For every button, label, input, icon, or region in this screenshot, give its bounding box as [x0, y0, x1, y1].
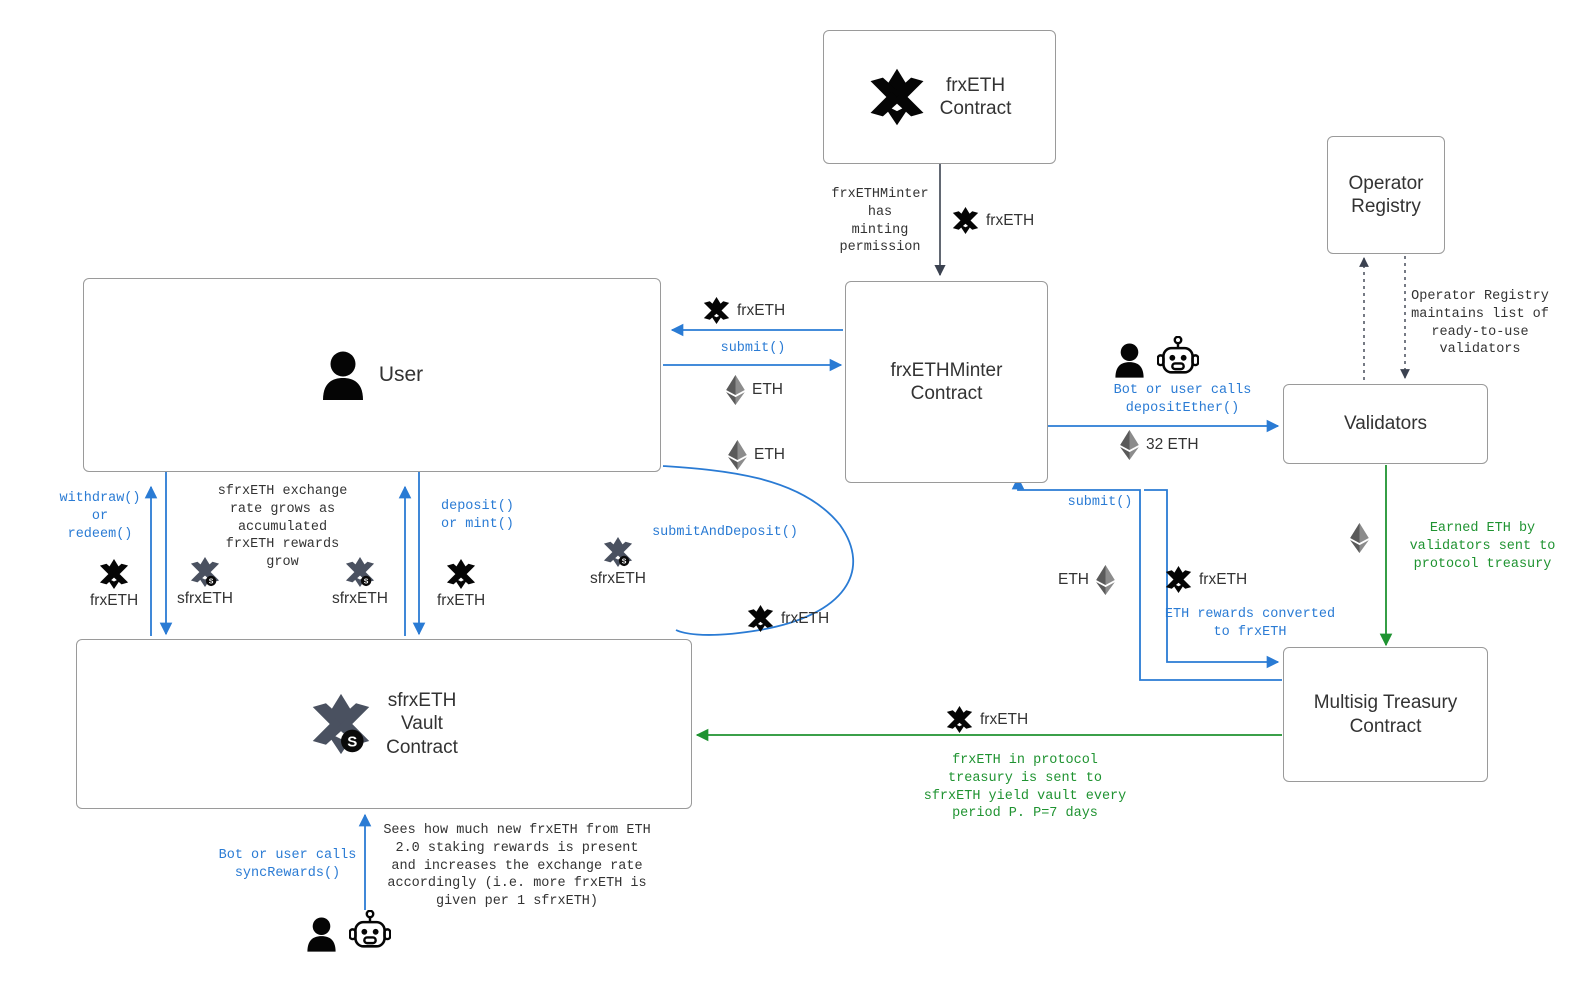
token-chip-eth-submit: ETH [726, 375, 783, 405]
node-label: frxETH Contract [939, 74, 1012, 119]
svg-text:S: S [209, 579, 214, 586]
node-frxeth-minter[interactable]: frxETHMinter Contract [845, 281, 1048, 483]
token-label: ETH [754, 446, 785, 463]
token-label: sfrxETH [177, 590, 233, 607]
eth-token-icon [728, 440, 747, 470]
annotation-earned-eth-note: Earned ETH by validators sent to protoco… [1409, 521, 1556, 572]
frxeth-token-icon [446, 558, 476, 590]
frxeth-token-icon [99, 558, 129, 590]
annotation-submit: submit() [720, 341, 786, 356]
sfrxeth-token-icon: S [603, 536, 633, 568]
robot-bot-icon [1157, 336, 1199, 378]
eth-token-icon [726, 375, 745, 405]
token-chip-eth-rewards: ETH [1058, 565, 1115, 595]
node-label: User [378, 363, 424, 387]
node-label: Validators [1343, 413, 1428, 435]
node-operator-registry[interactable]: Operator Registry [1327, 136, 1445, 254]
frxeth-token-icon [1165, 565, 1192, 594]
annotation-operator-registry-note: Operator Registry maintains list of read… [1411, 289, 1549, 358]
token-chip-eth-earned [1350, 523, 1369, 553]
token-label: frxETH [437, 592, 486, 609]
annotation-treasury-to-vault-note: frxETH in protocol treasury is sent to s… [923, 753, 1127, 822]
token-chip-frxeth-to-user: frxETH [703, 296, 785, 325]
frxeth-token-icon [747, 604, 774, 633]
diagram-canvas: frxETH Contract User frxETHMinter Contra… [0, 0, 1581, 984]
node-multisig-treasury[interactable]: Multisig Treasury Contract [1283, 647, 1488, 782]
token-label: sfrxETH [590, 570, 646, 587]
node-label: sfrxETH Vault Contract [386, 690, 458, 758]
token-label: frxETH [737, 301, 786, 319]
svg-text:S: S [364, 579, 369, 586]
annotation-exchange-rate-grows: sfrxETH exchange rate grows as accumulat… [217, 484, 348, 571]
node-sfrxeth-vault[interactable]: S sfrxETH Vault Contract [76, 639, 692, 809]
token-chip-frxeth-converted: frxETH [1165, 565, 1247, 594]
token-label: 32 ETH [1146, 436, 1199, 453]
node-user[interactable]: User [83, 278, 661, 472]
frxeth-token-icon [946, 705, 973, 734]
eth-token-icon [1096, 565, 1115, 595]
token-label: sfrxETH [332, 590, 388, 607]
actor-bot-or-user-deposit-ether [1114, 336, 1199, 378]
annotation-withdraw-or-redeem: withdraw() or redeem() [59, 491, 141, 542]
token-label: frxETH [1199, 570, 1248, 588]
annotation-bot-sync-rewards: Bot or user calls syncRewards() [218, 848, 357, 881]
node-frxeth-contract[interactable]: frxETH Contract [823, 30, 1056, 164]
token-chip-frxeth-loop: frxETH [747, 604, 829, 633]
token-chip-eth-submit-and-deposit: ETH [728, 440, 785, 470]
token-chip-32-eth: 32 ETH [1120, 430, 1199, 460]
annotation-bot-deposit-ether: Bot or user calls depositEther() [1113, 383, 1252, 416]
token-chip-frxeth-withdraw: frxETH [90, 558, 138, 610]
node-validators[interactable]: Validators [1283, 384, 1488, 464]
annotation-eth-rewards-converted: ETH rewards converted to frxETH [1164, 607, 1336, 640]
token-chip-frxeth-deposit: frxETH [437, 558, 485, 610]
eth-token-icon [1350, 523, 1369, 553]
token-chip-sfrxeth-loop: S sfrxETH [590, 536, 646, 588]
robot-bot-icon [349, 910, 391, 952]
token-label: frxETH [781, 609, 830, 627]
annotation-deposit-or-mint: deposit() or mint() [441, 499, 514, 532]
token-label: frxETH [986, 211, 1035, 229]
annotation-submit-and-deposit: submitAndDeposit() [652, 525, 798, 540]
user-person-icon [306, 916, 337, 952]
token-label: ETH [752, 381, 783, 398]
token-label: frxETH [90, 592, 139, 609]
frxeth-token-icon [868, 67, 926, 127]
frxeth-token-icon [952, 206, 979, 235]
eth-token-icon [1120, 430, 1139, 460]
user-person-icon [1114, 342, 1145, 378]
svg-text:S: S [347, 734, 357, 751]
actor-bot-or-user-sync-rewards [306, 910, 391, 952]
sfrxeth-token-icon: S [310, 692, 372, 756]
node-label: Operator Registry [1348, 172, 1424, 217]
token-chip-frxeth-treasury-to-vault: frxETH [946, 705, 1028, 734]
token-label: frxETH [980, 710, 1029, 728]
token-label: ETH [1058, 571, 1089, 588]
frxeth-token-icon [703, 296, 730, 325]
annotation-sync-rewards-explainer: Sees how much new frxETH from ETH 2.0 st… [383, 823, 651, 910]
annotation-minting-permission: frxETHMinter has minting permission [831, 187, 929, 256]
token-chip-frxeth-minting: frxETH [952, 206, 1034, 235]
node-label: Multisig Treasury Contract [1313, 692, 1458, 737]
user-person-icon [321, 350, 365, 400]
node-label: frxETHMinter Contract [890, 359, 1003, 404]
svg-text:S: S [622, 559, 627, 566]
annotation-submit-right: submit() [1067, 495, 1133, 510]
